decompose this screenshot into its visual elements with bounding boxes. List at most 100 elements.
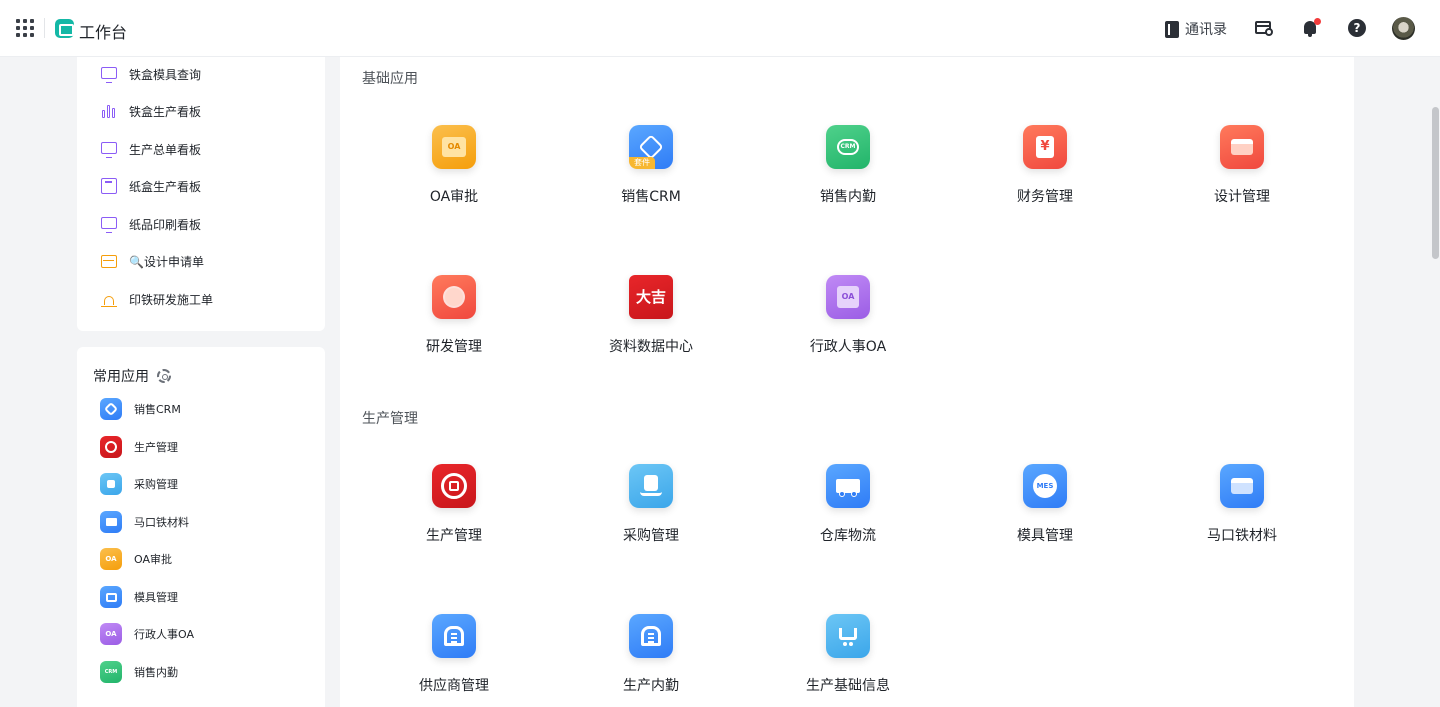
app-production[interactable]: 生产管理: [374, 464, 534, 564]
sidebar-item-label: 铁盒模具查询: [129, 67, 202, 82]
favorite-item-mold[interactable]: 模具管理: [100, 586, 178, 608]
bar-chart-icon: [101, 103, 117, 119]
mes-gear-icon: MES: [1023, 464, 1067, 508]
contacts-button[interactable]: 通讯录: [1165, 19, 1227, 39]
page-scrollbar[interactable]: [1432, 107, 1439, 259]
sidebar-item-print-board[interactable]: 纸品印刷看板: [101, 214, 201, 234]
favorites-header: 常用应用: [93, 366, 171, 386]
production-logo-icon: [100, 436, 122, 458]
favorite-item-tinplate[interactable]: 马口铁材料: [100, 511, 189, 533]
favorite-item-purchase[interactable]: 采购管理: [100, 473, 178, 495]
app-supplier[interactable]: 供应商管理: [374, 614, 534, 707]
store-icon: [1220, 125, 1264, 169]
warehouse-icon: [432, 614, 476, 658]
crm-glyph: CRM: [837, 139, 859, 155]
app-rd[interactable]: 研发管理: [374, 275, 534, 375]
favorite-item-production[interactable]: 生产管理: [100, 436, 178, 458]
app-label: 马口铁材料: [1207, 528, 1277, 544]
purchase-bag-icon: [629, 464, 673, 508]
workbench-logo-icon: [55, 19, 74, 38]
divider: [44, 18, 45, 38]
purchase-bag-icon: [100, 473, 122, 495]
notification-dot: [1314, 18, 1321, 25]
favorite-item-oa-approval[interactable]: OA OA审批: [100, 548, 172, 570]
favorite-item-sales-office[interactable]: CRM 销售内勤: [100, 661, 178, 683]
app-label: 行政人事OA: [809, 339, 887, 355]
favorite-item-label: 采购管理: [134, 478, 178, 491]
sidebar-item-mold-query[interactable]: 铁盒模具查询: [101, 64, 201, 84]
sidebar-item-tin-production-board[interactable]: 铁盒生产看板: [101, 101, 201, 121]
favorite-item-admin-hr-oa[interactable]: OA 行政人事OA: [100, 623, 194, 645]
app-label: 设计管理: [1214, 189, 1270, 205]
app-tinplate-material[interactable]: 马口铁材料: [1162, 464, 1322, 564]
app-production-basics[interactable]: 生产基础信息: [768, 614, 928, 707]
favorites-title: 常用应用: [93, 369, 149, 385]
oa-doc-icon: OA: [100, 623, 122, 645]
cart-icon: [826, 614, 870, 658]
warehouse-icon: [629, 614, 673, 658]
card-settings-icon[interactable]: [1254, 18, 1274, 38]
help-icon[interactable]: ?: [1348, 19, 1366, 37]
sidebar-item-label: 纸品印刷看板: [129, 217, 202, 232]
store-icon: [100, 511, 122, 533]
section-title-basic-apps: 基础应用: [362, 71, 418, 87]
favorite-item-label: 模具管理: [134, 591, 178, 604]
notification-bell-icon[interactable]: [1301, 18, 1321, 38]
production-logo-icon: [432, 464, 476, 508]
app-label: 销售CRM: [621, 189, 681, 205]
store-icon: [1220, 464, 1264, 508]
app-warehouse-logistics[interactable]: 仓库物流: [768, 464, 928, 564]
app-sales-crm[interactable]: 套件 销售CRM: [571, 125, 731, 225]
app-oa-approval[interactable]: OA OA审批: [374, 125, 534, 225]
app-label: 生产内勤: [623, 678, 679, 694]
sidebar-item-design-request[interactable]: 🔍设计申请单: [101, 251, 204, 271]
sidebar-item-order-board[interactable]: 生产总单看板: [101, 139, 201, 159]
sidebar-item-label: 纸盒生产看板: [129, 179, 202, 194]
calligraphy-glyph: 大吉: [635, 288, 666, 306]
gear-icon[interactable]: [157, 369, 171, 383]
sidebar-item-carton-board[interactable]: 纸盒生产看板: [101, 176, 201, 196]
store-icon: [101, 254, 117, 268]
favorite-item-label: 生产管理: [134, 441, 178, 454]
monitor-chart-icon: [101, 217, 117, 233]
app-label: 研发管理: [426, 339, 482, 355]
oa-glyph: OA: [837, 286, 859, 308]
sidebar-item-label: 生产总单看板: [129, 142, 202, 157]
favorite-item-sales-crm[interactable]: 销售CRM: [100, 398, 181, 420]
app-label: 生产管理: [426, 528, 482, 544]
app-purchase[interactable]: 采购管理: [571, 464, 731, 564]
mes-glyph: MES: [1033, 474, 1057, 498]
app-design[interactable]: 设计管理: [1162, 125, 1322, 225]
app-label: 模具管理: [1017, 528, 1073, 544]
app-sales-office[interactable]: CRM 销售内勤: [768, 125, 928, 225]
app-launcher-grid-icon[interactable]: [16, 19, 34, 37]
user-avatar[interactable]: [1392, 17, 1415, 40]
crm-suite-icon: [100, 398, 122, 420]
sidebar-item-label: 🔍设计申请单: [129, 254, 204, 269]
app-label: 资料数据中心: [609, 339, 693, 355]
app-finance[interactable]: ¥ 财务管理: [965, 125, 1125, 225]
truck-icon: [826, 464, 870, 508]
app-label: 采购管理: [623, 528, 679, 544]
app-mold[interactable]: MES 模具管理: [965, 464, 1125, 564]
oa-approval-icon: OA: [432, 125, 476, 169]
app-label: 财务管理: [1017, 189, 1073, 205]
app-label: 生产基础信息: [806, 678, 890, 694]
app-label: 供应商管理: [419, 678, 489, 694]
app-production-office[interactable]: 生产内勤: [571, 614, 731, 707]
yen-glyph: ¥: [1036, 136, 1054, 158]
app-data-center[interactable]: 大吉 资料数据中心: [571, 275, 731, 375]
calligraphy-logo-icon: 大吉: [629, 275, 673, 319]
app-admin-hr-oa[interactable]: OA 行政人事OA: [768, 275, 928, 375]
lamp-icon: [101, 291, 117, 307]
crm-glyph: CRM: [104, 669, 118, 675]
crm-suite-icon: 套件: [629, 125, 673, 169]
top-bar: 工作台 通讯录 ?: [0, 0, 1440, 57]
suite-badge: 套件: [629, 157, 655, 169]
section-title-production: 生产管理: [362, 411, 418, 427]
printer-icon: [100, 586, 122, 608]
favorite-item-label: 行政人事OA: [134, 628, 194, 641]
calculator-icon: [101, 178, 117, 194]
app-label: 仓库物流: [820, 528, 876, 544]
sidebar-item-rd-work-order[interactable]: 印铁研发施工单: [101, 289, 213, 309]
